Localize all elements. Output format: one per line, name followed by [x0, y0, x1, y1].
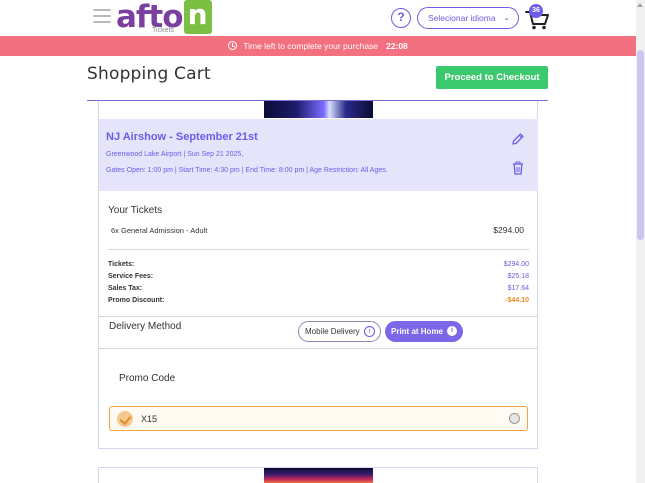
logo-n-tile: n	[183, 0, 212, 34]
timer-value: 22:08	[386, 41, 408, 51]
print-at-home-label: Print at Home	[391, 327, 444, 336]
language-select-label: Selecionar idioma	[428, 13, 496, 23]
proceed-to-checkout-button[interactable]: Proceed to Checkout	[436, 66, 548, 89]
logo-subtitle: Tickets	[152, 27, 174, 34]
info-icon[interactable]: i	[364, 326, 375, 337]
chevron-down-icon: ⌄	[503, 13, 510, 22]
print-at-home-option[interactable]: Print at Home i	[385, 321, 463, 342]
summary-row-sales-tax: Sales Tax: $17.64	[108, 285, 529, 297]
ticket-line-price: $294.00	[493, 225, 524, 235]
clock-icon	[228, 41, 238, 50]
logo[interactable]: afto n Tickets	[116, 0, 212, 36]
delivery-divider-top	[99, 316, 538, 317]
info-icon[interactable]: i	[447, 326, 457, 336]
summary-value: $17.64	[507, 285, 529, 292]
delivery-method-heading: Delivery Method	[109, 321, 182, 332]
event-details: Gates Open: 1:00 pm | Start Time: 4:30 p…	[106, 167, 388, 174]
summary-value: $25.18	[507, 273, 529, 280]
delivery-divider-bottom	[99, 348, 538, 349]
summary-row-tickets: Tickets: $294.00	[108, 261, 529, 273]
check-icon	[117, 411, 133, 427]
timer-label: Time left to complete your purchase	[243, 41, 379, 51]
cart-count-badge: 36	[529, 4, 543, 18]
summary-label: Tickets:	[108, 261, 135, 268]
your-tickets-heading: Your Tickets	[108, 205, 163, 216]
ticket-line-name: 6x General Admission - Adult	[111, 226, 208, 235]
timer-banner: Time left to complete your purchase 22:08	[0, 36, 636, 56]
event-header: NJ Airshow - September 21st Greenwood La…	[99, 119, 538, 191]
summary-label: Promo Discount:	[108, 297, 165, 304]
help-icon[interactable]: ?	[391, 8, 411, 28]
event-image	[264, 468, 373, 483]
event-title: NJ Airshow - September 21st	[106, 131, 258, 143]
menu-icon[interactable]	[93, 9, 111, 25]
summary-label: Service Fees:	[108, 273, 154, 280]
language-select[interactable]: Selecionar idioma ⌄	[417, 7, 519, 29]
cart-item-card: NJ Airshow - September 21st Greenwood La…	[98, 101, 538, 449]
summary-value: $294.00	[503, 261, 529, 268]
scroll-up-arrow-icon[interactable]	[637, 3, 643, 7]
edit-icon[interactable]	[511, 132, 525, 146]
page: afto n Tickets ? Selecionar idioma ⌄ 36 …	[0, 0, 645, 483]
price-summary: Tickets: $294.00 Service Fees: $25.18 Sa…	[108, 261, 529, 309]
event-image	[264, 101, 373, 118]
promo-code-input[interactable]: X15	[109, 406, 528, 431]
event-venue-date: Greenwood Lake Airport | Sun Sep 21 2025…	[106, 151, 244, 158]
summary-value-discount: -$44.10	[505, 297, 529, 304]
scrollbar-thumb[interactable]	[637, 50, 644, 240]
header: afto n Tickets ? Selecionar idioma ⌄ 36	[0, 0, 636, 36]
cart-item-card-next	[98, 467, 538, 483]
clear-icon[interactable]	[509, 413, 520, 424]
summary-label: Sales Tax:	[108, 285, 143, 292]
mobile-delivery-label: Mobile Delivery	[305, 327, 360, 336]
tickets-divider	[108, 249, 529, 250]
scrollbar[interactable]	[636, 0, 645, 483]
trash-icon[interactable]	[512, 161, 524, 175]
page-title: Shopping Cart	[87, 64, 211, 84]
promo-code-value: X15	[141, 414, 158, 424]
mobile-delivery-option[interactable]: Mobile Delivery i	[298, 321, 381, 342]
summary-row-promo-discount: Promo Discount: -$44.10	[108, 297, 529, 309]
summary-row-service-fees: Service Fees: $25.18	[108, 273, 529, 285]
promo-code-heading: Promo Code	[119, 373, 176, 384]
